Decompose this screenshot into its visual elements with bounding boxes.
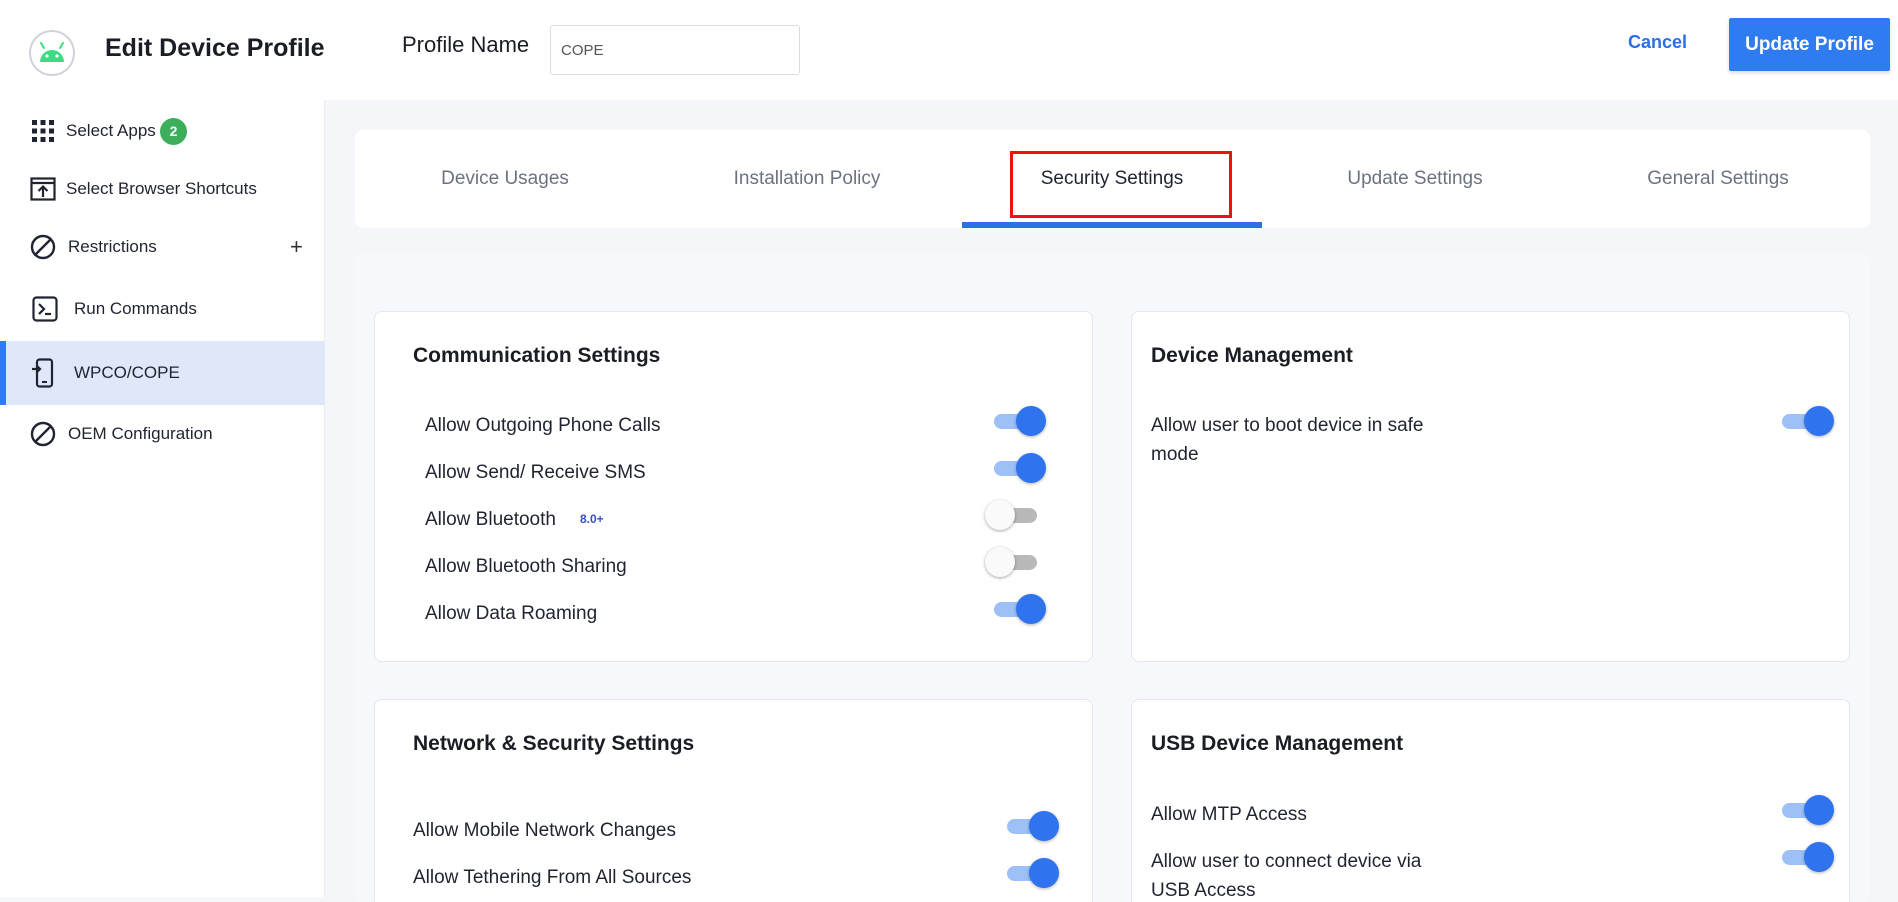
setting-label: Allow user to boot device in safe mode (1151, 411, 1424, 469)
setting-label: Allow Data Roaming (425, 603, 598, 624)
sms-toggle[interactable] (992, 453, 1046, 483)
sidebar-item-restrictions[interactable]: Restrictions + (0, 216, 325, 278)
sidebar-item-run-commands[interactable]: Run Commands (0, 278, 325, 340)
sidebar-item-label: Select Apps (66, 121, 156, 140)
android-icon (40, 42, 64, 62)
data-roaming-toggle[interactable] (992, 594, 1046, 624)
restriction-icon (30, 421, 56, 447)
sidebar-item-wpco-cope[interactable]: WPCO/COPE (0, 341, 325, 405)
tab-device-usages[interactable]: Device Usages (355, 130, 655, 228)
sidebar: Select Apps 2 Select Browser Shortcuts R… (0, 100, 325, 897)
setting-label: Allow user to connect device via USB Acce… (1151, 847, 1421, 902)
profile-name-input[interactable] (550, 25, 800, 75)
communication-settings-card: Communication Settings Allow Outgoing Ph… (374, 311, 1093, 662)
top-header: Edit Device Profile Profile Name Cancel … (0, 0, 1898, 100)
safe-mode-toggle[interactable] (1780, 406, 1834, 436)
setting-label: Allow Bluetooth Sharing (425, 556, 627, 577)
bluetooth-sharing-toggle[interactable] (985, 547, 1039, 577)
mtp-access-toggle[interactable] (1780, 795, 1834, 825)
network-security-card: Network & Security Settings Allow Mobile… (374, 699, 1093, 902)
setting-label: Allow Outgoing Phone Calls (425, 415, 661, 436)
setting-label: Allow MTP Access (1151, 804, 1307, 825)
android-logo (29, 30, 75, 76)
cancel-button[interactable]: Cancel (1628, 32, 1687, 53)
usb-access-toggle[interactable] (1780, 842, 1834, 872)
card-title: Communication Settings (413, 344, 661, 367)
sidebar-item-label: Run Commands (74, 299, 197, 318)
terminal-icon (32, 296, 58, 322)
setting-label: Allow Bluetooth 8.0+ (425, 505, 604, 534)
version-badge: 8.0+ (579, 512, 604, 527)
page-title: Edit Device Profile (105, 34, 325, 62)
mobile-network-toggle[interactable] (1005, 811, 1059, 841)
sidebar-item-select-apps[interactable]: Select Apps 2 (0, 100, 325, 162)
tab-installation-policy[interactable]: Installation Policy (657, 130, 957, 228)
tethering-toggle[interactable] (1005, 858, 1059, 888)
bluetooth-toggle[interactable] (985, 500, 1039, 530)
sidebar-item-label: OEM Configuration (68, 424, 213, 443)
card-title: Network & Security Settings (413, 732, 695, 755)
setting-label-line: USB Access (1151, 880, 1256, 901)
restriction-icon (30, 234, 56, 260)
sidebar-item-label: Select Browser Shortcuts (66, 179, 257, 198)
expand-plus-icon[interactable]: + (290, 234, 303, 260)
bluetooth-label: Allow Bluetooth (425, 509, 556, 530)
profile-name-label: Profile Name (402, 32, 530, 57)
active-tab-indicator (962, 222, 1262, 228)
sidebar-item-oem-configuration[interactable]: OEM Configuration (0, 403, 325, 465)
sidebar-item-label: WPCO/COPE (74, 363, 180, 382)
usb-management-card: USB Device Management Allow MTP Access A… (1131, 699, 1850, 902)
setting-label: Allow Mobile Network Changes (413, 820, 676, 841)
setting-label: Allow Send/ Receive SMS (425, 462, 646, 483)
setting-label: Allow Tethering From All Sources (413, 867, 692, 888)
sidebar-item-browser-shortcuts[interactable]: Select Browser Shortcuts (0, 158, 325, 220)
sidebar-item-label: Restrictions (68, 237, 157, 256)
card-title: Device Management (1151, 344, 1353, 367)
card-title: USB Device Management (1151, 732, 1404, 755)
tab-general-settings[interactable]: General Settings (1568, 130, 1868, 228)
setting-label-line: Allow user to connect device via (1151, 851, 1422, 872)
browser-shortcut-icon (30, 176, 56, 202)
setting-label-line: Allow user to boot device in safe (1151, 415, 1424, 436)
device-icon (30, 358, 56, 388)
highlight-box (1010, 151, 1232, 218)
apps-grid-icon (30, 118, 56, 144)
tab-update-settings[interactable]: Update Settings (1265, 130, 1565, 228)
apps-count-badge: 2 (160, 117, 187, 145)
update-profile-button[interactable]: Update Profile (1729, 18, 1890, 71)
outgoing-calls-toggle[interactable] (992, 406, 1046, 436)
setting-label-line: mode (1151, 444, 1199, 465)
device-management-card: Device Management Allow user to boot dev… (1131, 311, 1850, 662)
